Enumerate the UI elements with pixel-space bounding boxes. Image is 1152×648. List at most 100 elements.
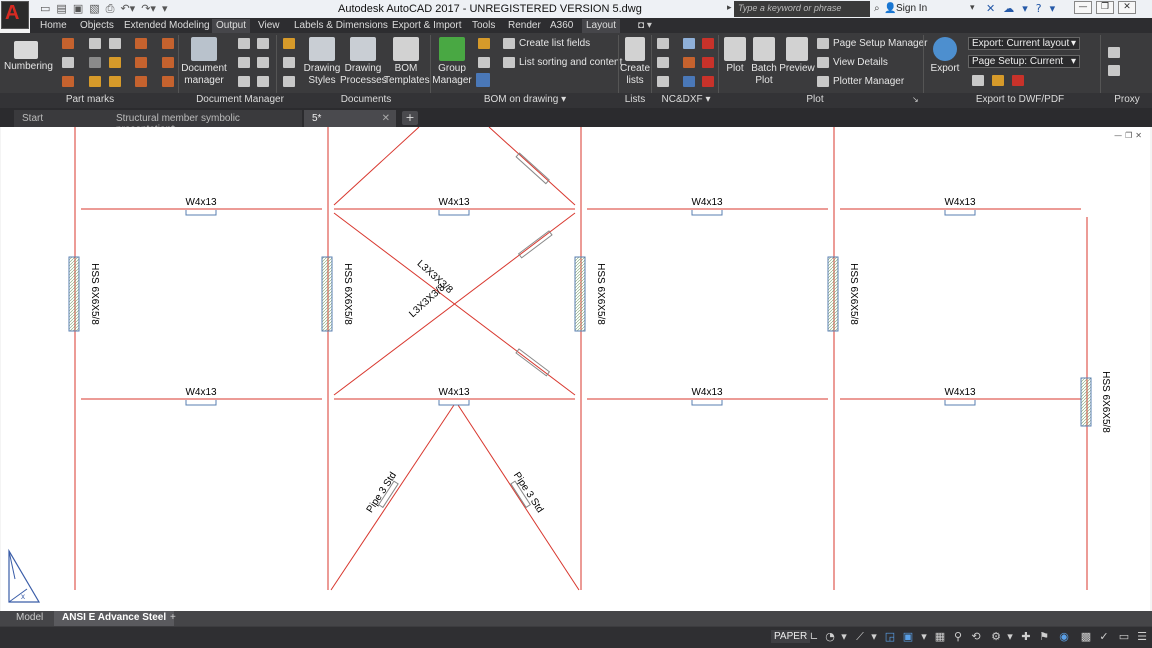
- tab-layout[interactable]: Layout: [582, 19, 621, 33]
- list-sorting-button[interactable]: List sorting and content: [503, 57, 622, 68]
- numbering-button[interactable]: Numbering: [4, 37, 53, 73]
- viewport-close-icon[interactable]: ✕: [1135, 131, 1142, 140]
- nc-icon-5[interactable]: [683, 57, 695, 68]
- open-file-icon[interactable]: ▤: [56, 2, 66, 16]
- bom-templates-button[interactable]: BOM Templates: [384, 37, 430, 87]
- drawing-styles-button[interactable]: Drawing Styles: [302, 37, 342, 87]
- preview-button[interactable]: Preview: [779, 37, 815, 75]
- exchange-apps-icon[interactable]: ✕: [986, 2, 995, 15]
- export-opt-icon-3[interactable]: [1012, 75, 1024, 86]
- ribbon-minimize-icon[interactable]: ◘ ▾: [634, 19, 656, 33]
- auto-scale-icon[interactable]: ⟲: [970, 631, 982, 643]
- minimize-button[interactable]: —: [1074, 1, 1092, 14]
- hardware-acceleration-icon[interactable]: ▩: [1080, 631, 1092, 643]
- plot-button[interactable]: Plot: [720, 37, 750, 75]
- part-mark-icon-13[interactable]: [162, 38, 174, 49]
- print-icon[interactable]: ⎙: [106, 2, 115, 16]
- proxy-icon-2[interactable]: [1108, 65, 1120, 76]
- tab-a360[interactable]: A360: [546, 19, 577, 33]
- part-mark-icon-2[interactable]: [62, 57, 74, 68]
- part-mark-icon-14[interactable]: [162, 57, 174, 68]
- polar-tracking-icon[interactable]: ◔: [824, 631, 836, 643]
- tab-labels-dimensions[interactable]: Labels & Dimensions: [290, 19, 392, 33]
- page-setup-manager-button[interactable]: Page Setup Manager: [817, 38, 928, 49]
- viewport-restore-icon[interactable]: ❐: [1125, 131, 1132, 140]
- tab-export-import[interactable]: Export & Import: [388, 19, 465, 33]
- documents-icon-3[interactable]: [283, 76, 295, 87]
- search-input[interactable]: Type a keyword or phrase: [734, 1, 870, 17]
- new-tab-button[interactable]: +: [402, 111, 418, 125]
- create-lists-button[interactable]: Create lists: [620, 37, 650, 87]
- clean-screen-icon[interactable]: ✓: [1098, 631, 1110, 643]
- export-opt-icon-2[interactable]: [992, 75, 1004, 86]
- osnap-dropdown-icon[interactable]: ▾: [918, 631, 930, 643]
- nc-icon-7[interactable]: [702, 38, 714, 49]
- help-icon[interactable]: ?: [1036, 2, 1042, 15]
- part-mark-icon-4[interactable]: [89, 38, 101, 49]
- annotation-monitor-icon[interactable]: ✚: [1020, 631, 1032, 643]
- tab-model[interactable]: Model: [8, 611, 51, 626]
- nc-icon-2[interactable]: [657, 57, 669, 68]
- paper-space-toggle[interactable]: PAPER: [771, 630, 811, 643]
- part-mark-icon-10[interactable]: [135, 38, 147, 49]
- plotter-manager-button[interactable]: Plotter Manager: [817, 76, 904, 87]
- nc-icon-6[interactable]: [683, 76, 695, 87]
- nc-icon-9[interactable]: [702, 76, 714, 87]
- part-mark-icon-6[interactable]: [89, 76, 101, 87]
- document-manager-button[interactable]: Document manager: [180, 37, 228, 87]
- group-manager-button[interactable]: Group Manager: [432, 37, 472, 87]
- a360-icon[interactable]: ☁: [1003, 2, 1014, 15]
- close-tab-icon[interactable]: ✕: [382, 113, 390, 124]
- workspace-gear-icon[interactable]: ⚙: [990, 631, 1002, 643]
- customization-menu-icon[interactable]: ☰: [1136, 631, 1148, 643]
- nc-icon-8[interactable]: [702, 57, 714, 68]
- bom-tool-icon-2[interactable]: [478, 57, 490, 68]
- help-dropdown-icon[interactable]: ▾: [1050, 2, 1056, 15]
- export-button[interactable]: Export: [928, 37, 962, 75]
- stay-connected-icon[interactable]: ▾: [1022, 2, 1028, 15]
- tab-tools[interactable]: Tools: [468, 19, 499, 33]
- doc-revision-icon[interactable]: [238, 57, 250, 68]
- tab-structural-member[interactable]: Structural member symbolic presentation*: [108, 110, 302, 135]
- nc-icon-1[interactable]: [657, 38, 669, 49]
- create-list-fields-button[interactable]: Create list fields: [503, 38, 590, 49]
- doc-link-icon[interactable]: [257, 57, 269, 68]
- isolate-objects-icon[interactable]: ◉: [1058, 631, 1070, 643]
- doc-copy-icon[interactable]: [257, 38, 269, 49]
- page-setup-dropdown[interactable]: Page Setup: Current ▾: [968, 55, 1080, 68]
- new-file-icon[interactable]: ▭: [40, 2, 50, 16]
- isodraft-icon[interactable]: ⟋: [854, 631, 866, 643]
- nc-icon-3[interactable]: [657, 76, 669, 87]
- part-mark-icon-15[interactable]: [162, 76, 174, 87]
- proxy-icon-1[interactable]: [1108, 47, 1120, 58]
- fullscreen-icon[interactable]: ▭: [1118, 631, 1130, 643]
- drawing-processes-button[interactable]: Drawing Processes: [340, 37, 387, 87]
- view-details-button[interactable]: View Details: [817, 57, 888, 68]
- snap-mode-icon[interactable]: ∟: [808, 631, 820, 643]
- tab-render[interactable]: Render: [504, 19, 545, 33]
- panel-label-bom-on-drawing[interactable]: BOM on drawing ▾: [480, 94, 570, 105]
- part-mark-icon-11[interactable]: [135, 57, 147, 68]
- batch-plot-button[interactable]: Batch Plot: [749, 37, 779, 87]
- redo-icon[interactable]: ↷▾: [141, 2, 156, 16]
- part-mark-icon-3[interactable]: [62, 76, 74, 87]
- doc-details-icon[interactable]: [238, 76, 250, 87]
- export-opt-icon-1[interactable]: [972, 75, 984, 86]
- export-layout-dropdown[interactable]: Export: Current layout ▾: [968, 37, 1080, 50]
- close-button[interactable]: ✕: [1118, 1, 1136, 14]
- save-icon[interactable]: ▣: [73, 2, 83, 16]
- panel-label-nc-dxf[interactable]: NC&DXF ▾: [656, 94, 716, 105]
- annotation-visibility-icon[interactable]: ⚲: [952, 631, 964, 643]
- documents-icon-2[interactable]: [283, 57, 295, 68]
- tab-start[interactable]: Start: [14, 110, 108, 127]
- tab-5[interactable]: 5* ✕: [304, 110, 396, 127]
- binoculars-icon[interactable]: ⌕: [874, 3, 880, 14]
- documents-icon-1[interactable]: [283, 38, 295, 49]
- tab-output[interactable]: Output: [212, 19, 251, 33]
- isodraft-dropdown-icon[interactable]: ▾: [868, 631, 880, 643]
- bom-tool-icon-1[interactable]: [478, 38, 490, 49]
- units-icon[interactable]: ⚑: [1038, 631, 1050, 643]
- bom-tool-icon-3[interactable]: [476, 73, 490, 87]
- tab-extended-modeling[interactable]: Extended Modeling: [120, 19, 214, 33]
- object-snap-icon[interactable]: ◲: [884, 631, 896, 643]
